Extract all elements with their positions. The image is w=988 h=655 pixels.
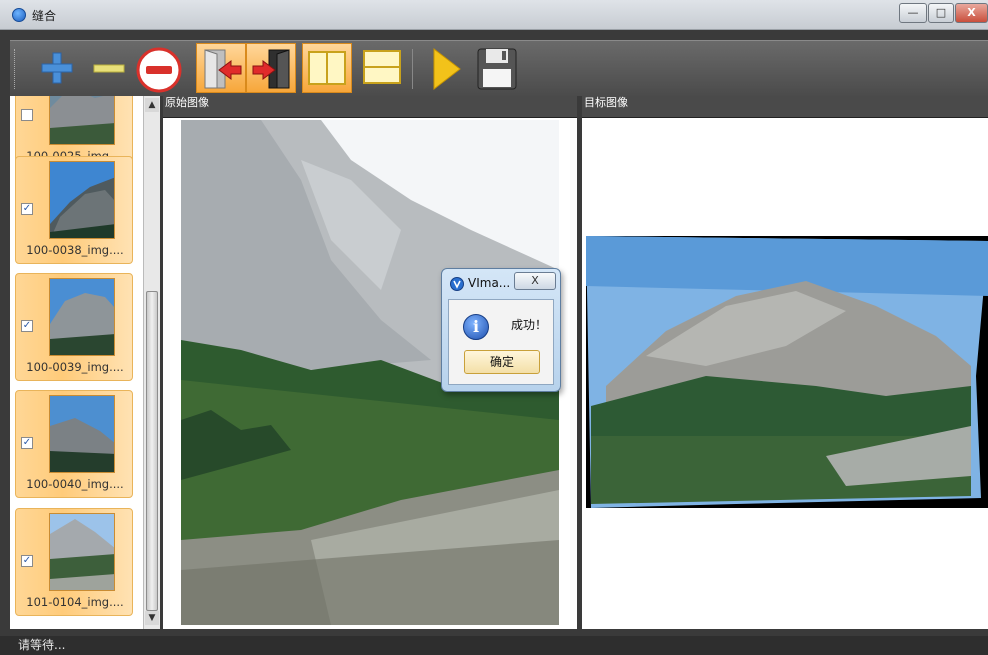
thumbnail-item[interactable]: ✓ 100-0038_img.... [15,156,133,264]
source-pane-header: 原始图像 [163,96,577,118]
minus-icon [93,64,125,73]
stitched-panorama [586,236,988,508]
info-icon: i [463,314,489,340]
add-image-button[interactable] [32,43,82,93]
thumbnail-image [49,96,115,145]
two-rows-icon [363,50,401,84]
scroll-up-button[interactable]: ▲ [145,98,159,112]
thumbnail-checkbox[interactable]: ✓ [21,555,33,567]
layout-horizontal-button[interactable] [358,43,408,93]
run-button[interactable] [420,43,470,93]
thumbnail-item[interactable]: ✓ 100-0039_img.... [15,273,133,381]
window-title: 缝合 [32,9,57,23]
thumbnail-image [49,395,115,473]
arrow-right-door-icon [252,49,290,89]
thumbnail-caption: 100-0040_img.... [26,477,124,491]
target-image-pane: 目标图像 [582,96,988,629]
main-window: 缝合 — □ X ✓ 100-0038_img.... ✓ 100-0039_i… [0,0,988,655]
thumbnail-image [49,513,115,591]
stitch-left-button[interactable] [196,43,246,93]
ok-button[interactable]: 确定 [464,350,540,374]
dialog-close-button[interactable]: X [514,272,556,290]
thumbnail-list[interactable]: 100-0025_img.... ✓ 100-0038_img.... [10,96,143,629]
toolbar [10,40,988,96]
target-pane-header: 目标图像 [582,96,988,118]
layout-vertical-button[interactable] [302,43,352,93]
minimize-button[interactable]: — [899,3,927,23]
clear-images-button[interactable] [134,43,184,93]
success-dialog: VIma... X i 成功！ 确定 [441,268,561,392]
save-button[interactable] [472,43,522,93]
two-columns-icon [308,51,346,85]
dialog-body: i 成功！ 确定 [448,299,554,385]
thumbnail-checkbox[interactable] [21,109,33,121]
thumbnail-checkbox[interactable]: ✓ [21,437,33,449]
toolbar-separator [412,49,413,89]
no-entry-icon [136,47,182,93]
play-icon [433,47,461,91]
title-bar: 缝合 — □ X [0,0,988,30]
thumbnail-checkbox[interactable]: ✓ [21,203,33,215]
scroll-down-button[interactable]: ▼ [145,611,159,625]
dialog-title: VIma... [468,276,511,290]
floppy-disk-icon [477,48,517,90]
thumbnail-image [49,161,115,239]
thumbnail-checkbox[interactable]: ✓ [21,320,33,332]
plus-icon [41,52,73,84]
app-icon [450,277,464,291]
maximize-button[interactable]: □ [928,3,954,23]
app-icon [12,8,26,22]
thumbnail-item[interactable]: ✓ 100-0040_img.... [15,390,133,498]
remove-image-button[interactable] [84,43,134,93]
thumbnail-sidebar: 100-0025_img.... ✓ 100-0038_img.... [10,96,160,629]
close-window-button[interactable]: X [955,3,988,23]
status-text: 请等待... [18,638,66,652]
thumbnail-caption: 100-0039_img.... [26,360,124,374]
status-bar: 请等待... [0,636,988,655]
toolbar-grip[interactable] [14,49,17,89]
sidebar-scrollbar[interactable]: ▲ ▼ [143,96,160,629]
dialog-message: 成功！ [511,318,548,332]
arrow-left-door-icon [204,49,242,89]
thumbnail-caption: 100-0038_img.... [26,243,124,257]
stitch-right-button[interactable] [246,43,296,93]
thumbnail-item[interactable]: ✓ 101-0104_img.... [15,508,133,616]
thumbnail-caption: 101-0104_img.... [26,595,124,609]
scrollbar-thumb[interactable] [146,291,158,611]
thumbnail-image [49,278,115,356]
